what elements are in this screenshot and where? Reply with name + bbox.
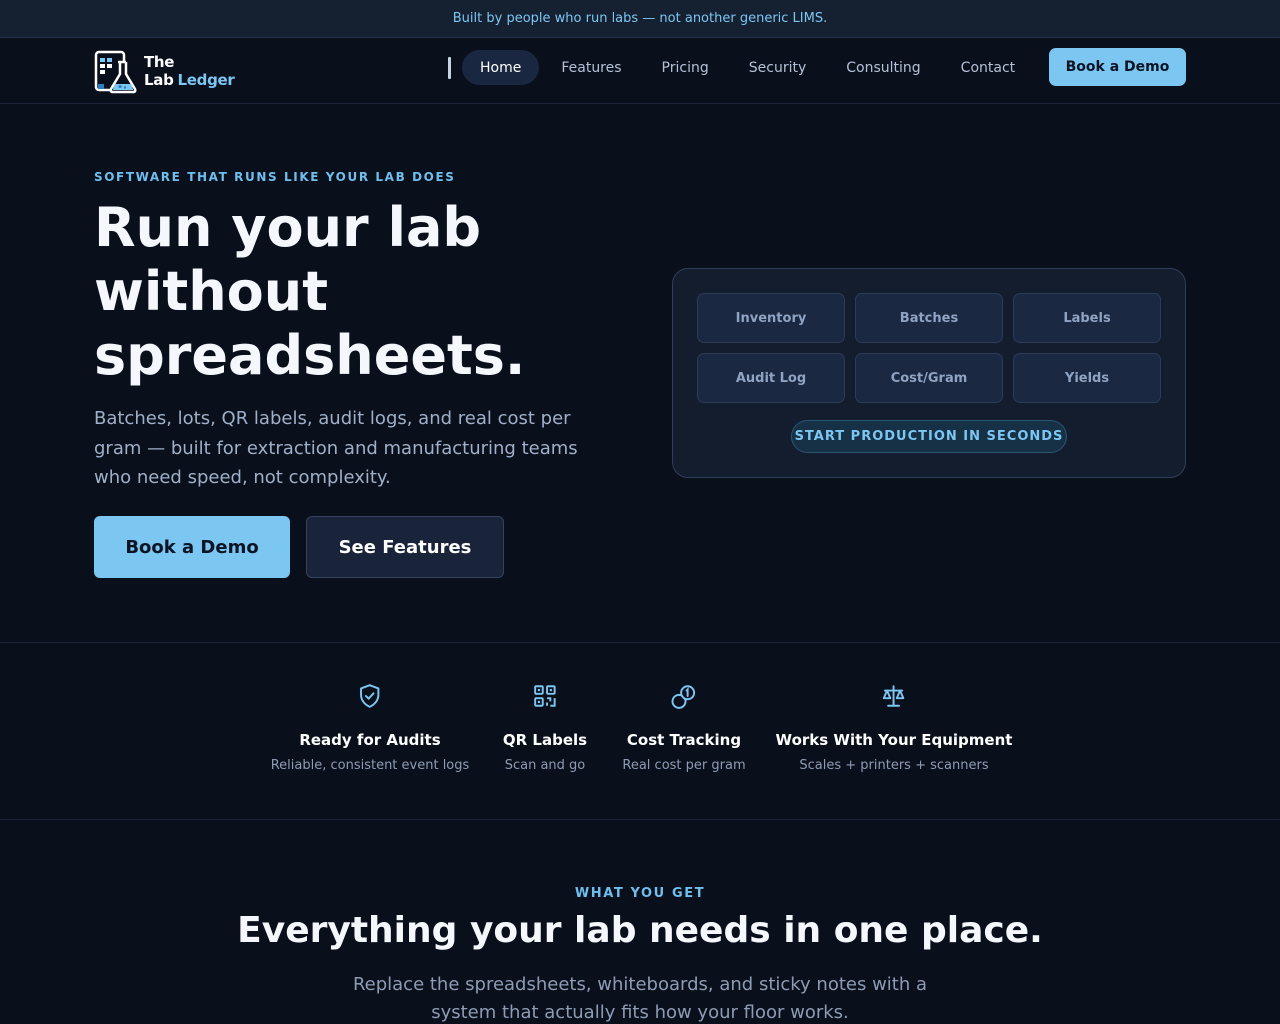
coins-icon	[671, 685, 695, 709]
feature-desc: Scales + printers + scanners	[799, 758, 989, 773]
nav-book-demo-button[interactable]: Book a Demo	[1049, 48, 1186, 86]
hero-subtitle: Batches, lots, QR labels, audit logs, an…	[94, 408, 578, 488]
start-production-pill[interactable]: START PRODUCTION IN SECONDS	[791, 420, 1067, 453]
logo-line-2: Lab Ledger	[144, 71, 235, 89]
nav-pricing[interactable]: Pricing	[644, 50, 727, 85]
tile-labels[interactable]: Labels	[1013, 293, 1161, 343]
feature-title: QR Labels	[502, 731, 588, 749]
feature-desc: Real cost per gram	[622, 758, 746, 773]
main-nav: Home Features Pricing Security Consultin…	[462, 50, 1037, 85]
scale-icon	[883, 685, 905, 707]
nav-features[interactable]: Features	[543, 50, 639, 85]
section-eyebrow: WHAT YOU GET	[574, 886, 706, 901]
logo[interactable]: The Lab Ledger	[94, 48, 235, 94]
feature-desc: Scan and go	[504, 758, 586, 773]
shield-check-icon	[360, 684, 380, 708]
feature-preview-panel: Inventory Batches Labels Audit Log Cost/…	[672, 268, 1186, 478]
module-tile-grid: Inventory Batches Labels Audit Log Cost/…	[697, 293, 1161, 403]
feature-title: Ready for Audits	[299, 731, 441, 749]
tile-yields[interactable]: Yields	[1013, 353, 1161, 403]
feature-equipment: Works With Your Equipment Scales + print…	[775, 683, 1013, 773]
tile-batches[interactable]: Batches	[855, 293, 1003, 343]
tile-inventory[interactable]: Inventory	[697, 293, 845, 343]
logo-wordmark: The Lab Ledger	[144, 53, 235, 89]
section-subtitle: Replace the spreadsheets, whiteboards, a…	[352, 974, 928, 1023]
section-title: Everything your lab needs in one place.	[237, 910, 1043, 951]
feature-qr-labels: QR Labels Scan and go	[503, 683, 587, 773]
feature-cost-tracking: Cost Tracking Real cost per gram	[622, 683, 746, 773]
nav-contact[interactable]: Contact	[943, 50, 1033, 85]
announcement-text: Built by people who run labs — not anoth…	[452, 11, 828, 26]
logo-line-1: The	[144, 52, 175, 71]
nav-consulting[interactable]: Consulting	[828, 50, 938, 85]
hero-title: Run your lab without spreadsheets.	[94, 196, 526, 387]
hero-book-demo-button[interactable]: Book a Demo	[94, 516, 290, 578]
hero-see-features-button[interactable]: See Features	[306, 516, 504, 578]
hero-eyebrow: SOFTWARE THAT RUNS LIKE YOUR LAB DOES	[94, 170, 456, 184]
feature-title: Cost Tracking	[626, 731, 742, 749]
features-strip: Ready for Audits Reliable, consistent ev…	[0, 642, 1280, 820]
feature-audits: Ready for Audits Reliable, consistent ev…	[270, 683, 470, 773]
lab-flask-logo-icon	[94, 50, 137, 93]
nav-home[interactable]: Home	[462, 50, 540, 85]
nav-security[interactable]: Security	[731, 50, 825, 85]
tile-cost-gram[interactable]: Cost/Gram	[855, 353, 1003, 403]
tile-audit-log[interactable]: Audit Log	[697, 353, 845, 403]
logo-lab: Lab	[144, 70, 174, 89]
announcement-bar: Built by people who run labs — not anoth…	[0, 0, 1280, 38]
top-navbar: The Lab Ledger Home Features Pricing Sec…	[0, 38, 1280, 104]
nav-separator	[448, 57, 451, 79]
feature-desc: Reliable, consistent event logs	[270, 758, 470, 773]
feature-title: Works With Your Equipment	[775, 731, 1013, 749]
qr-code-icon	[534, 685, 556, 707]
logo-ledger: Ledger	[177, 70, 235, 89]
